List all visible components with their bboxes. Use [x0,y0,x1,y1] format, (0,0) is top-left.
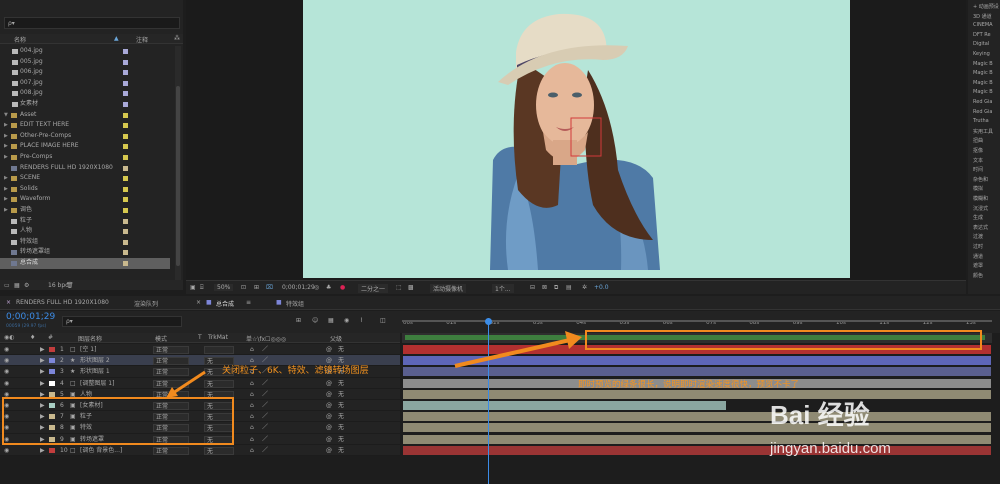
watermark-logo: Bai 经验 [770,400,870,430]
annotation-left-note: 关闭粒子、6K、特效、滤镜转场图层 [222,366,369,376]
watermark-url: jingyan.baidu.com [770,440,891,457]
annotation-right-note: 即时预览的绿条很长，说明即时渲染速度很快，预览不卡了 [578,380,800,390]
